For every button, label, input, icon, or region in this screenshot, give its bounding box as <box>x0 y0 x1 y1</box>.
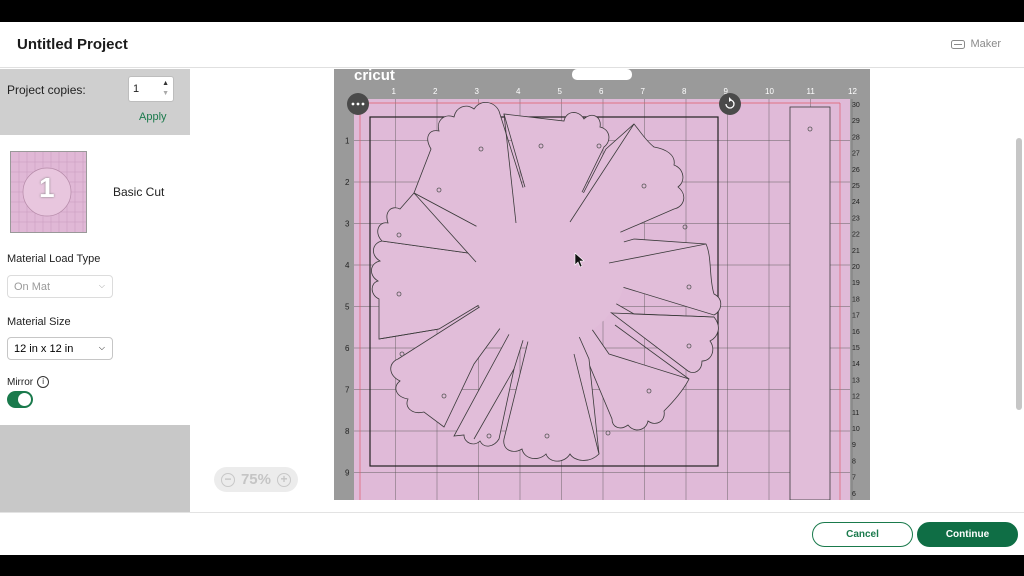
ruler-label-right: 15 <box>852 345 860 352</box>
zoom-out-button[interactable]: − <box>220 472 235 487</box>
stepper-down-icon[interactable]: ▼ <box>162 90 169 97</box>
ruler-label-right: 7 <box>852 475 856 482</box>
ruler-label-right: 14 <box>852 361 860 368</box>
ruler-label-top: 12 <box>848 87 857 96</box>
cricut-machine-icon <box>951 39 966 49</box>
rotate-icon[interactable] <box>719 93 741 115</box>
project-copies-value[interactable]: 1 <box>133 83 139 95</box>
ruler-label-right: 6 <box>852 491 856 498</box>
page-title: Untitled Project <box>17 36 128 53</box>
apply-button[interactable]: Apply <box>139 111 167 123</box>
chevron-down-icon: ⌵ <box>98 281 105 290</box>
ruler-label-right: 16 <box>852 329 860 336</box>
ruler-label-right: 12 <box>852 394 860 401</box>
zoom-level: 75% <box>240 471 271 488</box>
ruler-label-right: 29 <box>852 118 860 125</box>
info-icon[interactable]: i <box>37 376 50 388</box>
material-size-select[interactable]: 12 in x 12 in ⌵ <box>7 337 113 360</box>
project-copies-panel: Project copies: 1 ▲ ▼ Apply <box>0 69 190 135</box>
ruler-label-left: 8 <box>345 427 350 436</box>
stepper-up-icon[interactable]: ▲ <box>162 80 169 87</box>
ruler-label-left: 6 <box>345 344 350 353</box>
ruler-label-right: 8 <box>852 458 856 465</box>
mirror-label: Mirror <box>7 376 34 388</box>
ruler-label-left: 1 <box>345 137 350 146</box>
cricut-logo: cricut <box>354 69 395 84</box>
ruler-label-left: 4 <box>345 261 350 270</box>
device-selector[interactable]: Maker <box>951 38 1001 50</box>
ruler-label-right: 19 <box>852 280 860 287</box>
ruler-label-right: 26 <box>852 167 860 174</box>
mat-thumbnail[interactable]: 1 <box>10 151 87 233</box>
continue-button[interactable]: Continue <box>917 522 1018 547</box>
ruler-label-left: 5 <box>345 303 350 312</box>
ruler-label-left: 9 <box>345 469 350 478</box>
header: Untitled Project Maker <box>0 22 1024 68</box>
ruler-label-top: 7 <box>641 87 646 96</box>
ruler-label-right: 23 <box>852 215 860 222</box>
ruler-label-right: 27 <box>852 151 860 158</box>
chevron-down-icon: ⌵ <box>98 343 105 352</box>
vertical-scrollbar[interactable] <box>1016 138 1022 410</box>
ruler-label-top: 5 <box>558 87 563 96</box>
ruler-label-top: 10 <box>765 87 774 96</box>
ruler-label-left: 2 <box>345 178 350 187</box>
ruler-label-right: 25 <box>852 183 860 190</box>
ruler-label-right: 9 <box>852 442 856 449</box>
ruler-label-top: 6 <box>599 87 604 96</box>
project-copies-stepper[interactable]: 1 ▲ ▼ <box>128 76 174 102</box>
ruler-label-right: 20 <box>852 264 860 271</box>
more-options-icon[interactable] <box>347 93 369 115</box>
cutting-mat-svg: cricut 1 2 3 4 5 6 7 8 9 10 11 12 123456789 3029282… <box>334 67 870 515</box>
ruler-label-right: 28 <box>852 134 860 141</box>
cutting-mat: cricut 1 2 3 4 5 6 7 8 9 10 11 12 123456789 30 29 28 2… <box>334 67 870 515</box>
cancel-button[interactable]: Cancel <box>812 522 913 547</box>
ruler-label-right: 21 <box>852 248 860 255</box>
ruler-label-right: 11 <box>852 410 859 417</box>
material-load-type-label: Material Load Type <box>7 253 101 265</box>
ruler-label-top: 2 <box>433 87 438 96</box>
zoom-control: − 75% + <box>214 467 298 492</box>
ruler-label-top: 4 <box>516 87 521 96</box>
ruler-label-right: 30 <box>852 102 860 109</box>
ruler-label-right: 22 <box>852 232 860 239</box>
mirror-toggle[interactable] <box>7 391 33 408</box>
device-label: Maker <box>970 38 1001 50</box>
ruler-label-right: 13 <box>852 377 860 384</box>
ruler-label-right: 10 <box>852 426 860 433</box>
mat-canvas: cricut 1 2 3 4 5 6 7 8 9 10 11 12 123456789 30 29 28 2… <box>190 67 1016 515</box>
ruler-label-top: 8 <box>682 87 687 96</box>
toggle-knob <box>18 393 31 406</box>
ruler-label-top: 11 <box>807 87 816 96</box>
sidebar: Project copies: 1 ▲ ▼ Apply 1 Basic Cut … <box>0 69 190 512</box>
ruler-label-left: 3 <box>345 220 350 229</box>
material-load-type-select: On Mat ⌵ <box>7 275 113 298</box>
project-copies-label: Project copies: <box>7 83 86 97</box>
material-size-label: Material Size <box>7 316 71 328</box>
mat-settings-panel: 1 Basic Cut Material Load Type On Mat ⌵ … <box>0 135 190 425</box>
ruler-label-right: 17 <box>852 313 860 320</box>
mat-hanger-slot <box>572 69 632 80</box>
footer: Cancel Continue <box>0 512 1024 555</box>
strip-cut-design <box>789 106 831 501</box>
zoom-in-button[interactable]: + <box>276 472 291 487</box>
ruler-label-left: 7 <box>345 386 350 395</box>
mat-name: Basic Cut <box>113 185 165 199</box>
ruler-label-right: 18 <box>852 296 860 303</box>
ruler-label-top: 3 <box>475 87 480 96</box>
ruler-label-top: 1 <box>392 87 397 96</box>
app-window: Untitled Project Maker Project copies: 1… <box>0 22 1024 555</box>
mat-number: 1 <box>39 172 55 203</box>
ruler-label-right: 24 <box>852 199 860 206</box>
material-size-value: 12 in x 12 in <box>14 343 74 355</box>
material-load-type-value: On Mat <box>14 281 51 293</box>
mirror-row: Mirror i <box>7 376 50 388</box>
